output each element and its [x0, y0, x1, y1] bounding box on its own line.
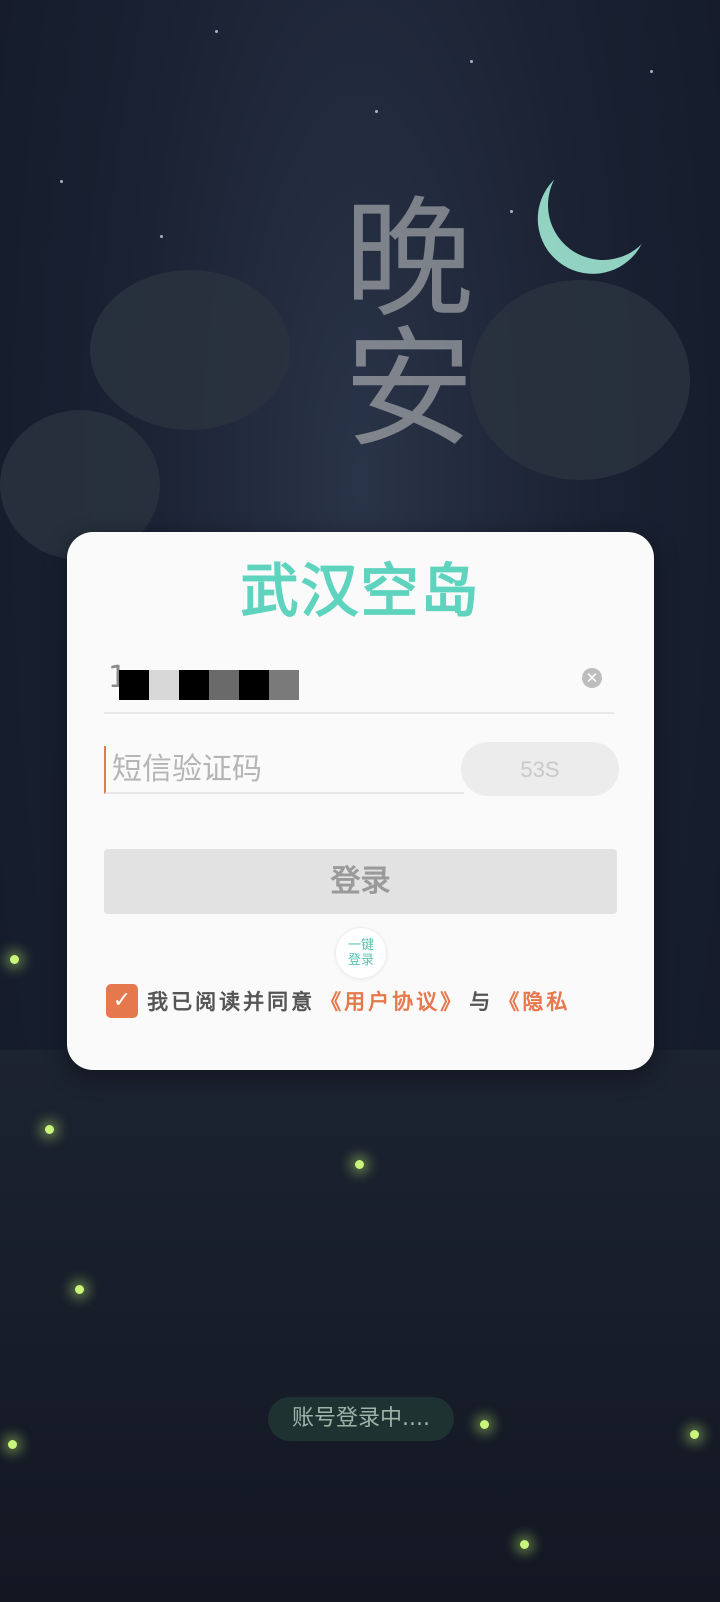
- close-circle-icon[interactable]: ✕: [582, 668, 602, 688]
- star: [60, 180, 63, 183]
- firefly: [480, 1420, 489, 1429]
- sms-code-input[interactable]: [104, 746, 464, 794]
- phone-underline: [104, 712, 614, 714]
- moon-illustration: [534, 136, 673, 275]
- firefly: [45, 1125, 54, 1134]
- agreement-conjunction: 与: [469, 989, 494, 1014]
- login-dialog: 武汉空岛 1 ✕ 53S 登录 一键 登录 ✓ 我已阅读并同意 《用户协议》 与…: [67, 532, 654, 1070]
- one-click-login-button[interactable]: 一键 登录: [335, 927, 387, 979]
- agreement-row: ✓ 我已阅读并同意 《用户协议》 与 《隐私: [106, 984, 626, 1024]
- phone-field[interactable]: 1 ✕: [104, 660, 614, 714]
- star: [375, 110, 378, 113]
- one-click-label-line2: 登录: [347, 953, 374, 968]
- firefly: [75, 1285, 84, 1294]
- sms-code-row: 53S: [104, 742, 619, 798]
- star: [650, 70, 653, 73]
- agreement-checkbox[interactable]: ✓: [106, 984, 138, 1018]
- checkmark-icon: ✓: [112, 988, 132, 1013]
- user-agreement-link[interactable]: 《用户协议》: [320, 989, 464, 1014]
- firefly: [10, 955, 19, 964]
- goodnight-calligraphy: 晚安: [322, 190, 474, 450]
- login-button[interactable]: 登录: [104, 849, 617, 914]
- firefly: [355, 1160, 364, 1169]
- firefly: [520, 1540, 529, 1549]
- firefly: [690, 1430, 699, 1439]
- one-click-label-line1: 一键: [347, 938, 374, 953]
- tree-illustration: [470, 280, 690, 480]
- star: [160, 235, 163, 238]
- resend-code-countdown-button[interactable]: 53S: [461, 742, 619, 796]
- tree-illustration: [90, 270, 290, 430]
- star: [470, 60, 473, 63]
- ground-scene: [0, 1050, 720, 1602]
- star: [215, 30, 218, 33]
- login-status-text: 账号登录中....: [268, 1397, 454, 1441]
- privacy-policy-link[interactable]: 《隐私: [498, 989, 570, 1014]
- star: [510, 210, 513, 213]
- agreement-prefix: 我已阅读并同意: [147, 989, 316, 1014]
- masked-phone-number: [119, 670, 299, 700]
- firefly: [8, 1440, 17, 1449]
- brand-title: 武汉空岛: [240, 557, 481, 625]
